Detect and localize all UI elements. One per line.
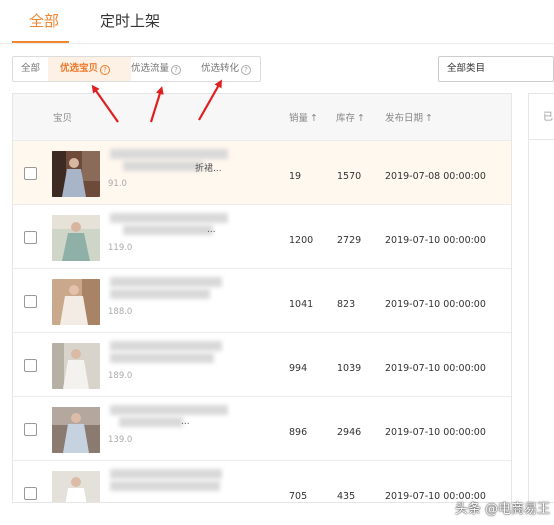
product-title-fragment: 折裙... — [195, 164, 222, 174]
sales-value: 896 — [289, 427, 308, 438]
watermark: 头条 @电商易王 — [454, 502, 550, 517]
selected-items-panel-title: 已 — [543, 112, 553, 123]
tab-all[interactable]: 全部 — [29, 10, 59, 31]
stock-value: 823 — [337, 299, 356, 310]
category-select[interactable]: 全部类目 — [438, 56, 554, 82]
table-row[interactable]: 折裙... 91.0 19 1570 2019-07-08 00:00:00 — [13, 140, 511, 204]
help-icon[interactable]: ? — [171, 65, 182, 75]
product-photo-icon — [52, 407, 100, 453]
column-header-stock-label: 库存 — [336, 113, 356, 124]
filter-preferred-conversion[interactable]: 优选转化? — [201, 57, 263, 81]
publish-date-value: 2019-07-08 00:00:00 — [385, 171, 486, 182]
product-price: 119.0 — [108, 243, 133, 253]
product-photo-icon — [52, 215, 100, 261]
publish-date-value: 2019-07-10 00:00:00 — [385, 299, 486, 310]
row-checkbox[interactable] — [24, 423, 37, 436]
product-thumbnail[interactable] — [52, 279, 100, 325]
row-checkbox[interactable] — [24, 167, 37, 180]
product-title-fragment: ... — [181, 417, 190, 427]
product-thumbnail[interactable] — [52, 151, 100, 197]
filter-preferred-products-label: 优选宝贝 — [60, 63, 99, 74]
help-icon[interactable]: ? — [241, 65, 252, 75]
product-photo-icon — [52, 151, 100, 197]
column-header-product: 宝贝 — [53, 113, 73, 124]
filter-preferred-conversion-label: 优选转化 — [201, 63, 240, 74]
product-photo-icon — [52, 279, 100, 325]
product-price: 189.0 — [108, 371, 133, 381]
column-header-publish-date[interactable]: 发布日期 ↑ — [385, 110, 433, 124]
sort-arrow-icon: ↑ — [425, 113, 433, 124]
filter-preferred-traffic-label: 优选流量 — [131, 63, 170, 74]
product-price: 139.0 — [108, 435, 133, 445]
sales-value: 994 — [289, 363, 308, 374]
stock-value: 1039 — [337, 363, 362, 374]
filter-segmented-control: 全部 优选宝贝? 优选流量? 优选转化? — [12, 56, 261, 82]
column-header-publish-date-label: 发布日期 — [385, 113, 424, 124]
sales-value: 1041 — [289, 299, 314, 310]
table-row[interactable]: 188.0 1041 823 2019-07-10 00:00:00 — [13, 268, 511, 332]
help-icon[interactable]: ? — [100, 65, 111, 75]
filter-preferred-traffic[interactable]: 优选流量? — [131, 57, 201, 81]
stock-value: 2729 — [337, 235, 362, 246]
table-row[interactable]: ... 139.0 896 2946 2019-07-10 00:00:00 — [13, 396, 511, 460]
product-photo-icon — [52, 343, 100, 389]
product-table: 宝贝 销量 ↑ 库存 ↑ 发布日期 ↑ 折裙... 91.0 19 1570 2019… — [12, 93, 512, 503]
table-header: 宝贝 销量 ↑ 库存 ↑ 发布日期 ↑ — [13, 94, 511, 140]
product-photo-icon — [52, 471, 100, 502]
sort-arrow-icon: ↑ — [357, 113, 365, 124]
stock-value: 435 — [337, 491, 356, 502]
product-price: 188.0 — [108, 307, 133, 317]
row-checkbox[interactable] — [24, 359, 37, 372]
top-tab-bar: 全部 定时上架 — [0, 0, 554, 44]
product-title-fragment: ... — [207, 225, 216, 235]
publish-date-value: 2019-07-10 00:00:00 — [385, 427, 486, 438]
sales-value: 705 — [289, 491, 308, 502]
sales-value: 1200 — [289, 235, 314, 246]
row-checkbox[interactable] — [24, 231, 37, 244]
tab-scheduled-listing[interactable]: 定时上架 — [100, 10, 160, 31]
product-price: 91.0 — [108, 179, 127, 189]
sales-value: 19 — [289, 171, 302, 182]
filter-all-label: 全部 — [20, 63, 40, 74]
row-checkbox[interactable] — [24, 487, 37, 500]
row-checkbox[interactable] — [24, 295, 37, 308]
filter-preferred-products[interactable]: 优选宝贝? — [48, 57, 131, 81]
column-header-sales[interactable]: 销量 ↑ — [289, 110, 318, 124]
product-thumbnail[interactable] — [52, 215, 100, 261]
table-row[interactable]: 189.0 994 1039 2019-07-10 00:00:00 — [13, 332, 511, 396]
stock-value: 1570 — [337, 171, 362, 182]
publish-date-value: 2019-07-10 00:00:00 — [385, 363, 486, 374]
column-header-sales-label: 销量 — [289, 113, 309, 124]
column-header-stock[interactable]: 库存 ↑ — [336, 110, 365, 124]
filter-all[interactable]: 全部 — [13, 57, 48, 81]
selected-items-panel-header: 已 — [529, 94, 554, 140]
publish-date-value: 2019-07-10 00:00:00 — [385, 235, 486, 246]
stock-value: 2946 — [337, 427, 362, 438]
table-row[interactable]: 705 435 2019-07-10 00:00:00 — [13, 460, 511, 502]
product-thumbnail[interactable] — [52, 471, 100, 502]
active-tab-underline — [12, 41, 69, 43]
sort-arrow-icon: ↑ — [310, 113, 318, 124]
product-thumbnail[interactable] — [52, 343, 100, 389]
table-row[interactable]: ... 119.0 1200 2729 2019-07-10 00:00:00 — [13, 204, 511, 268]
product-thumbnail[interactable] — [52, 407, 100, 453]
selected-items-panel: 已 — [528, 93, 554, 503]
